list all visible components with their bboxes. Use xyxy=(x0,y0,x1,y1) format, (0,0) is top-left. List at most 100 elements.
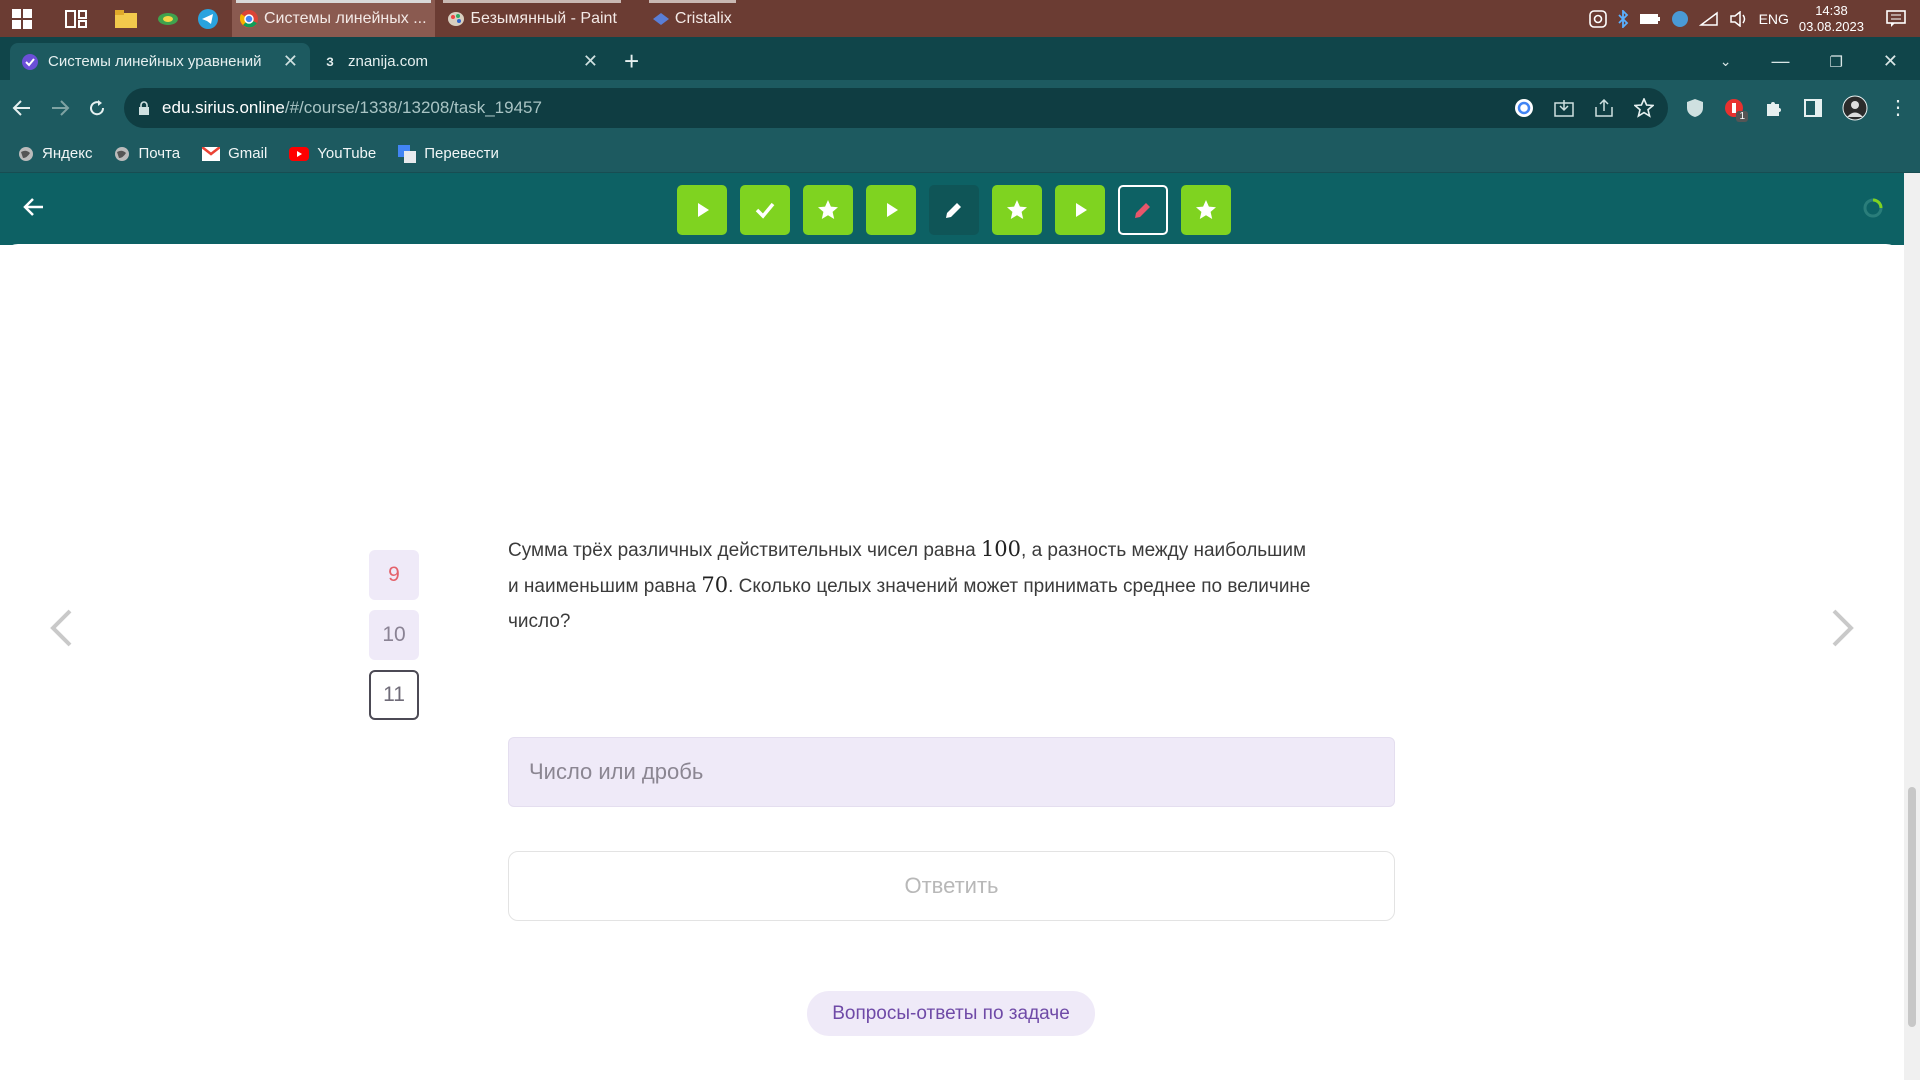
restore-button[interactable]: ❐ xyxy=(1829,53,1842,71)
volume-icon[interactable] xyxy=(1729,10,1749,27)
share-icon[interactable] xyxy=(1594,98,1614,117)
browser-tab-strip: Системы линейных уравнений ✕ З znanija.c… xyxy=(0,37,1920,80)
next-task-button[interactable] xyxy=(1828,608,1858,648)
clock[interactable]: 14:38 03.08.2023 xyxy=(1799,3,1864,35)
notifications-icon[interactable] xyxy=(1886,9,1906,28)
telegram-icon[interactable] xyxy=(192,3,224,35)
answer-input[interactable] xyxy=(508,737,1395,807)
translate-icon xyxy=(398,144,417,163)
pencil-icon xyxy=(1135,203,1150,218)
question-part: и наименьшим равна xyxy=(508,576,702,597)
side-panel-icon[interactable] xyxy=(1804,98,1822,117)
tab-search-icon[interactable]: ⌄ xyxy=(1720,53,1732,70)
browser-tab[interactable]: З znanija.com ✕ xyxy=(310,43,610,80)
close-window-button[interactable]: ✕ xyxy=(1883,51,1898,72)
progress-ring-icon xyxy=(1862,197,1884,219)
play-icon xyxy=(698,203,709,217)
bookmark-star-icon[interactable] xyxy=(1634,97,1654,118)
close-tab-icon[interactable]: ✕ xyxy=(283,51,298,72)
running-indicator xyxy=(648,0,736,3)
window-controls: ⌄ — ❐ ✕ xyxy=(1720,43,1920,80)
reload-icon[interactable] xyxy=(88,99,106,117)
file-explorer-icon[interactable] xyxy=(110,3,142,35)
task-step-9[interactable] xyxy=(1181,185,1231,235)
bookmark-label: Gmail xyxy=(228,145,268,162)
app-icon[interactable] xyxy=(152,3,184,35)
bookmark-mail[interactable]: Почта xyxy=(114,145,180,162)
submit-answer-button[interactable]: Ответить xyxy=(508,851,1395,921)
pencil-icon xyxy=(946,203,961,218)
task-step-4[interactable] xyxy=(866,185,916,235)
lock-icon[interactable] xyxy=(138,100,150,115)
task-step-7[interactable] xyxy=(1055,185,1105,235)
cristalix-icon xyxy=(652,12,669,25)
system-tray: ENG 14:38 03.08.2023 xyxy=(1588,3,1920,35)
play-icon xyxy=(887,203,898,217)
forward-icon[interactable] xyxy=(50,99,70,117)
task-step-5[interactable] xyxy=(929,185,979,235)
page-scrollbar[interactable] xyxy=(1904,173,1920,1080)
bookmark-yandex[interactable]: Яндекс xyxy=(18,145,92,162)
bookmark-youtube[interactable]: YouTube xyxy=(289,145,376,162)
close-tab-icon[interactable]: ✕ xyxy=(583,51,598,72)
task-step-8[interactable] xyxy=(1118,185,1168,235)
profile-avatar-icon[interactable] xyxy=(1842,95,1868,121)
taskbar-app-label: Системы линейных ... xyxy=(264,9,427,27)
bookmarks-bar: Яндекс Почта Gmail YouTube Перевести xyxy=(0,135,1920,173)
google-lens-icon[interactable] xyxy=(1514,98,1534,118)
back-icon[interactable] xyxy=(12,99,32,117)
bookmark-gmail[interactable]: Gmail xyxy=(202,145,267,162)
taskbar-app-cristalix[interactable]: Cristalix xyxy=(645,0,740,37)
wifi-icon[interactable] xyxy=(1698,11,1719,27)
bookmark-label: Перевести xyxy=(424,145,499,162)
new-tab-button[interactable]: + xyxy=(624,43,639,80)
task-view-icon[interactable] xyxy=(60,3,92,35)
question-number-10[interactable]: 10 xyxy=(369,610,419,660)
windows-taskbar: Системы линейных ... Безымянный - Paint … xyxy=(0,0,1920,37)
extensions-area: 1 ⋮ xyxy=(1686,95,1908,122)
task-step-6[interactable] xyxy=(992,185,1042,235)
extensions-puzzle-icon[interactable] xyxy=(1764,98,1784,118)
extension-badge: 1 xyxy=(1736,110,1748,122)
bookmark-translate[interactable]: Перевести xyxy=(398,144,499,163)
scrollbar-thumb[interactable] xyxy=(1908,787,1916,1027)
install-icon[interactable] xyxy=(1554,99,1574,117)
question-number-9[interactable]: 9 xyxy=(369,550,419,600)
taskbar-app-label: Безымянный - Paint xyxy=(470,9,617,27)
running-indicator xyxy=(442,0,621,3)
task-questions-link[interactable]: Вопросы-ответы по задаче xyxy=(807,991,1095,1036)
taskbar-app-paint[interactable]: Безымянный - Paint xyxy=(439,0,625,37)
address-bar[interactable]: edu.sirius.online/#/course/1338/13208/ta… xyxy=(124,87,1668,128)
browser-toolbar: edu.sirius.online/#/course/1338/13208/ta… xyxy=(0,80,1920,135)
shield-extension-icon[interactable] xyxy=(1686,98,1704,118)
active-indicator xyxy=(236,0,431,3)
screen-capture-icon[interactable] xyxy=(1588,9,1607,28)
previous-task-button[interactable] xyxy=(46,608,76,648)
taskbar-app-chrome[interactable]: Системы линейных ... xyxy=(232,0,435,37)
input-language[interactable]: ENG xyxy=(1759,11,1789,27)
question-number-list: 9 10 11 xyxy=(369,550,419,720)
question-number-11[interactable]: 11 xyxy=(369,670,419,720)
task-content-panel xyxy=(0,244,1904,1080)
globe-icon xyxy=(115,146,130,161)
question-text: Сумма трёх различных действительных чисе… xyxy=(508,532,1368,639)
bookmark-label: YouTube xyxy=(317,145,377,162)
star-icon xyxy=(1007,200,1027,219)
task-step-1[interactable] xyxy=(677,185,727,235)
adblock-extension[interactable]: 1 xyxy=(1724,98,1748,122)
task-step-2[interactable] xyxy=(740,185,790,235)
windows-start-icon[interactable] xyxy=(6,3,38,35)
omnibox-actions xyxy=(1514,97,1654,118)
back-to-course-button[interactable] xyxy=(22,195,46,219)
browser-menu-icon[interactable]: ⋮ xyxy=(1888,95,1908,120)
clock-date: 03.08.2023 xyxy=(1798,18,1864,34)
battery-icon[interactable] xyxy=(1639,13,1661,25)
taskbar-app-label: Cristalix xyxy=(674,9,732,27)
browser-tab-active[interactable]: Системы линейных уравнений ✕ xyxy=(10,43,310,80)
question-part: . Сколько целых значений может принимать… xyxy=(728,576,1311,597)
minimize-button[interactable]: — xyxy=(1771,51,1789,72)
chevron-right-icon xyxy=(1832,609,1854,647)
task-step-3[interactable] xyxy=(803,185,853,235)
bluetooth-icon[interactable] xyxy=(1617,9,1629,28)
globe-app-icon[interactable] xyxy=(1671,10,1689,28)
